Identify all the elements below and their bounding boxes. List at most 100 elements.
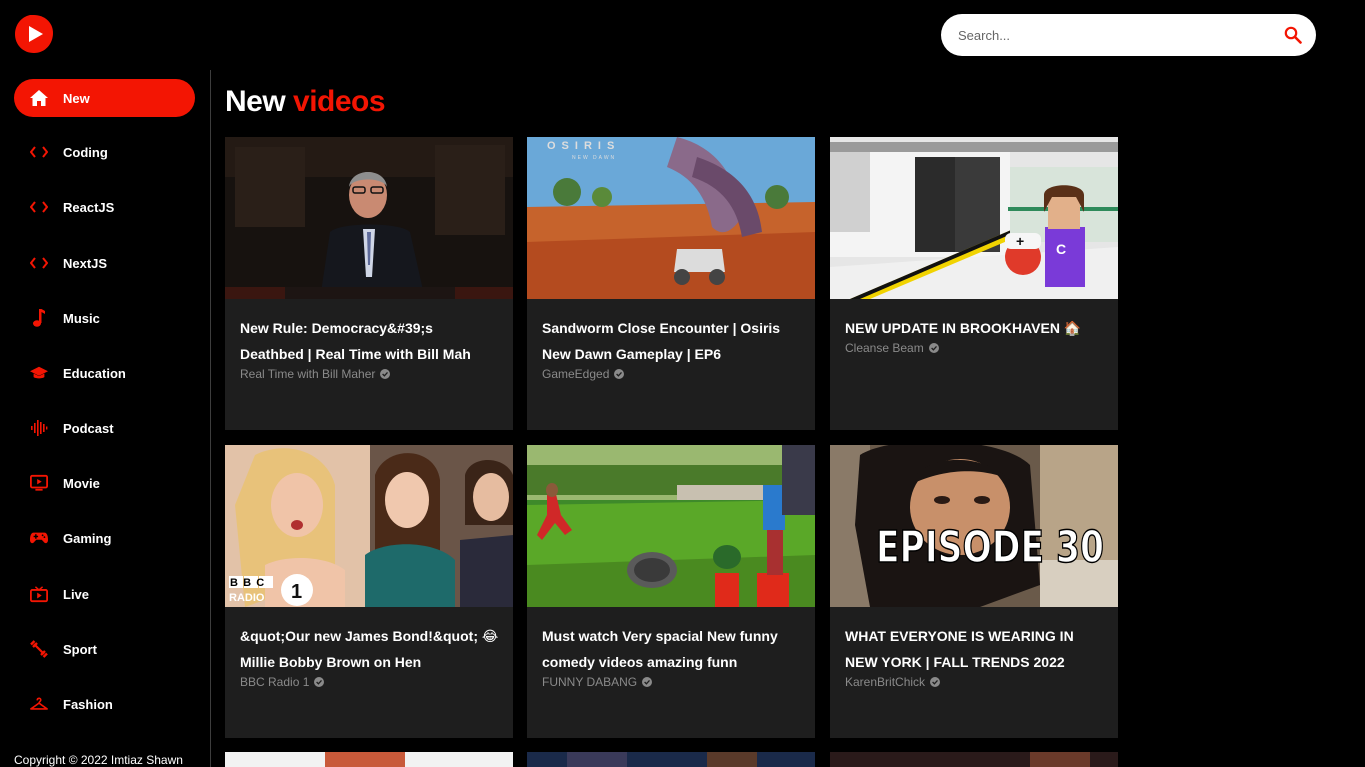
verified-check-icon bbox=[642, 677, 653, 687]
video-thumbnail[interactable] bbox=[225, 137, 513, 299]
video-card-body: &quot;Our new James Bond!&quot; 😂 Millie… bbox=[225, 607, 513, 738]
sidebar-item-reactjs[interactable]: ReactJS bbox=[14, 188, 195, 226]
sidebar-item-label: New bbox=[63, 90, 90, 106]
graduation-cap-icon bbox=[30, 364, 48, 382]
page-title-accent: videos bbox=[293, 85, 386, 118]
video-thumbnail[interactable] bbox=[830, 752, 1118, 767]
svg-text:+: + bbox=[1016, 233, 1024, 249]
svg-text:C: C bbox=[1056, 241, 1066, 257]
video-channel[interactable]: KarenBritChick bbox=[845, 675, 1104, 689]
search-icon[interactable] bbox=[1282, 24, 1304, 46]
thumbnail-text-one: 1 bbox=[291, 581, 302, 603]
youtube-logo-icon[interactable] bbox=[13, 13, 55, 55]
sidebar-item-movie[interactable]: Movie bbox=[14, 464, 195, 502]
thumbnail-text-radio: RADIO bbox=[229, 592, 265, 604]
page-title-prefix: New bbox=[225, 85, 286, 118]
sidebar-item-new[interactable]: New bbox=[14, 79, 195, 117]
video-card[interactable] bbox=[830, 752, 1118, 767]
video-thumbnail[interactable]: BBC RADIO 1 bbox=[225, 445, 513, 607]
sidebar-item-label: Live bbox=[63, 586, 90, 602]
sidebar-item-label: Music bbox=[63, 310, 100, 326]
code-icon bbox=[30, 143, 48, 161]
code-icon bbox=[30, 198, 48, 216]
gamepad-icon bbox=[30, 529, 48, 547]
copyright-text: Copyright © 2022 Imtiaz Shawn bbox=[14, 753, 183, 767]
verified-check-icon bbox=[928, 343, 939, 353]
page-title: New videos bbox=[225, 85, 386, 119]
video-channel[interactable]: Real Time with Bill Maher bbox=[240, 367, 499, 381]
home-icon bbox=[30, 89, 48, 107]
video-thumbnail[interactable]: OSIRIS NEW DAWN bbox=[527, 137, 815, 299]
sidebar-item-label: ReactJS bbox=[63, 199, 115, 215]
live-tv-icon bbox=[30, 585, 48, 603]
hanger-icon bbox=[30, 695, 48, 713]
video-thumbnail[interactable] bbox=[225, 752, 513, 767]
verified-check-icon bbox=[314, 677, 325, 687]
thumbnail-text-bbc: BBC bbox=[230, 577, 269, 589]
sidebar-item-coding[interactable]: Coding bbox=[14, 133, 195, 171]
video-channel[interactable]: Cleanse Beam bbox=[845, 341, 1104, 355]
podcast-waveform-icon bbox=[30, 419, 48, 437]
top-bar bbox=[0, 0, 1365, 70]
video-thumbnail[interactable]: + C bbox=[830, 137, 1118, 299]
sidebar-item-label: Fashion bbox=[63, 696, 113, 712]
video-card-body: New Rule: Democracy&#39;s Deathbed | Rea… bbox=[225, 299, 513, 430]
search-input[interactable] bbox=[958, 27, 1282, 43]
sidebar-item-live[interactable]: Live bbox=[14, 575, 195, 613]
sidebar-item-education[interactable]: Education bbox=[14, 354, 195, 392]
video-card-body: Sandworm Close Encounter | Osiris New Da… bbox=[527, 299, 815, 430]
video-channel[interactable]: FUNNY DABANG bbox=[542, 675, 801, 689]
music-note-icon bbox=[30, 309, 48, 327]
sidebar-item-nextjs[interactable]: NextJS bbox=[14, 244, 195, 282]
video-title[interactable]: NEW UPDATE IN BROOKHAVEN 🏠 RP! bbox=[845, 315, 1104, 341]
thumbnail-text-osiris: OSIRIS bbox=[547, 140, 620, 152]
channel-name[interactable]: GameEdged bbox=[542, 367, 609, 381]
video-card-body: WHAT EVERYONE IS WEARING IN NEW YORK | F… bbox=[830, 607, 1118, 738]
video-card[interactable]: Must watch Very spacial New funny comedy… bbox=[527, 445, 815, 738]
video-thumbnail[interactable] bbox=[527, 445, 815, 607]
video-card[interactable]: + C NEW UPDATE IN BROOKHAVEN 🏠 RP! Clean… bbox=[830, 137, 1118, 430]
tv-play-icon bbox=[30, 474, 48, 492]
code-icon bbox=[30, 254, 48, 272]
sidebar-item-label: Sport bbox=[63, 641, 97, 657]
channel-name[interactable]: Cleanse Beam bbox=[845, 341, 924, 355]
channel-name[interactable]: FUNNY DABANG bbox=[542, 675, 637, 689]
thumbnail-text-osiris-sub: NEW DAWN bbox=[572, 155, 616, 161]
video-card[interactable] bbox=[527, 752, 815, 767]
video-card[interactable] bbox=[225, 752, 513, 767]
fitness-icon bbox=[30, 640, 48, 658]
video-card[interactable]: OSIRIS NEW DAWN Sandworm Close Encounter… bbox=[527, 137, 815, 430]
channel-name[interactable]: BBC Radio 1 bbox=[240, 675, 309, 689]
video-channel[interactable]: GameEdged bbox=[542, 367, 801, 381]
video-card[interactable]: New Rule: Democracy&#39;s Deathbed | Rea… bbox=[225, 137, 513, 430]
video-channel[interactable]: BBC Radio 1 bbox=[240, 675, 499, 689]
video-title[interactable]: Sandworm Close Encounter | Osiris New Da… bbox=[542, 315, 801, 367]
main-feed: New videos New Rule: Democracy&#39;s Dea… bbox=[225, 70, 1355, 767]
search-bar bbox=[941, 14, 1316, 56]
sidebar-item-fashion[interactable]: Fashion bbox=[14, 685, 195, 723]
sidebar: New Coding ReactJS NextJS Music Educatio… bbox=[0, 70, 211, 767]
verified-check-icon bbox=[380, 369, 391, 379]
sidebar-item-label: Podcast bbox=[63, 420, 114, 436]
video-card[interactable]: EPISODE 30 WHAT EVERYONE IS WEARING IN N… bbox=[830, 445, 1118, 738]
video-title[interactable]: WHAT EVERYONE IS WEARING IN NEW YORK | F… bbox=[845, 623, 1104, 675]
video-thumbnail[interactable]: EPISODE 30 bbox=[830, 445, 1118, 607]
video-thumbnail[interactable] bbox=[527, 752, 815, 767]
video-title[interactable]: New Rule: Democracy&#39;s Deathbed | Rea… bbox=[240, 315, 499, 367]
verified-check-icon bbox=[930, 677, 941, 687]
verified-check-icon bbox=[614, 369, 625, 379]
video-card-body: Must watch Very spacial New funny comedy… bbox=[527, 607, 815, 738]
video-title[interactable]: Must watch Very spacial New funny comedy… bbox=[542, 623, 801, 675]
sidebar-item-label: Education bbox=[63, 365, 126, 381]
sidebar-item-label: Coding bbox=[63, 144, 108, 160]
video-card[interactable]: BBC RADIO 1 &quot;Our new James Bond!&qu… bbox=[225, 445, 513, 738]
sidebar-item-gaming[interactable]: Gaming bbox=[14, 519, 195, 557]
sidebar-item-sport[interactable]: Sport bbox=[14, 630, 195, 668]
channel-name[interactable]: KarenBritChick bbox=[845, 675, 925, 689]
video-title[interactable]: &quot;Our new James Bond!&quot; 😂 Millie… bbox=[240, 623, 499, 675]
sidebar-item-music[interactable]: Music bbox=[14, 299, 195, 337]
channel-name[interactable]: Real Time with Bill Maher bbox=[240, 367, 375, 381]
sidebar-item-label: NextJS bbox=[63, 255, 108, 271]
thumbnail-text-episode: EPISODE 30 bbox=[876, 522, 1104, 573]
sidebar-item-podcast[interactable]: Podcast bbox=[14, 409, 195, 447]
